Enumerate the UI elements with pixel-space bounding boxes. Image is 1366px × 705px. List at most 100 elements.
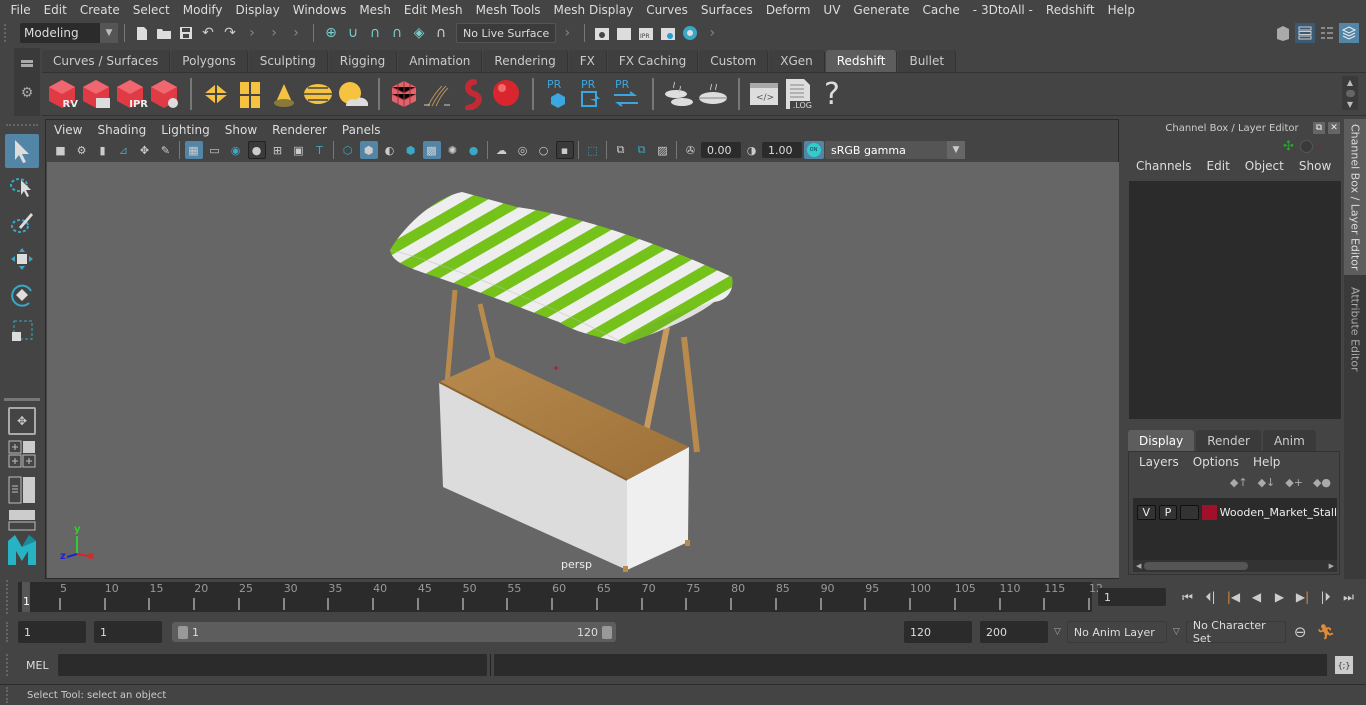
redshift-sphere-icon[interactable] bbox=[490, 76, 522, 112]
layer-list-scrollbar[interactable]: ◀ ▶ bbox=[1133, 560, 1337, 572]
use-all-lights-icon[interactable]: ✺ bbox=[444, 141, 462, 159]
snap-grid-icon[interactable]: ⊕ bbox=[321, 23, 341, 43]
range-end-handle[interactable] bbox=[602, 625, 612, 639]
range-slider[interactable]: 1 120 bbox=[172, 622, 616, 642]
script-language-toggle[interactable]: MEL bbox=[26, 659, 58, 672]
hyper-toggle-icon[interactable]: ⁄ bbox=[1319, 139, 1321, 154]
scrollbar-thumb[interactable] bbox=[1144, 562, 1249, 570]
attribute-editor-toggle-icon[interactable] bbox=[1295, 23, 1315, 43]
redshift-help-icon[interactable]: ? bbox=[816, 76, 848, 112]
colorspace-dropdown[interactable]: sRGB gamma ▼ bbox=[825, 141, 965, 159]
shelf-scroll-control[interactable]: ▲ ▼ bbox=[1342, 76, 1358, 110]
redshift-log-icon[interactable]: .LOG bbox=[782, 76, 814, 112]
scroll-up-icon[interactable]: ▲ bbox=[1347, 78, 1353, 87]
redshift-script-editor-icon[interactable]: </> bbox=[748, 76, 780, 112]
resolution-gate-icon[interactable]: ◉ bbox=[227, 141, 245, 159]
menu-cache[interactable]: Cache bbox=[916, 3, 966, 17]
character-set-chevron-icon[interactable]: ▽ bbox=[1173, 627, 1180, 637]
anim-layer-chevron-icon[interactable]: ▽ bbox=[1054, 627, 1061, 637]
shelf-tab-fx-caching[interactable]: FX Caching bbox=[607, 50, 699, 72]
layer-menu-options[interactable]: Options bbox=[1193, 455, 1239, 469]
menu-surfaces[interactable]: Surfaces bbox=[694, 3, 759, 17]
scale-tool-icon[interactable] bbox=[5, 314, 39, 348]
menu-file[interactable]: File bbox=[4, 3, 37, 17]
layer-menu-help[interactable]: Help bbox=[1253, 455, 1280, 469]
gate-mask-icon[interactable]: ● bbox=[247, 141, 266, 159]
go-to-end-icon[interactable]: ⏭ bbox=[1337, 588, 1360, 606]
channel-list-area[interactable] bbox=[1129, 181, 1341, 419]
redshift-bake-icon[interactable] bbox=[696, 76, 728, 112]
single-perspective-layout-icon[interactable]: ✥ bbox=[8, 407, 36, 435]
menu-select[interactable]: Select bbox=[126, 3, 176, 17]
screen-space-ao-icon[interactable]: ☁ bbox=[493, 141, 511, 159]
gamma-icon[interactable]: ◑ bbox=[743, 141, 761, 159]
layer-playback-toggle[interactable]: P bbox=[1158, 504, 1178, 520]
layer-tab-display[interactable]: Display bbox=[1128, 430, 1195, 451]
mode-selector[interactable]: Modeling ▼ bbox=[20, 23, 118, 43]
viewport-menu-panels[interactable]: Panels bbox=[342, 123, 381, 137]
layer-color-swatch[interactable] bbox=[1201, 504, 1217, 520]
grip-handle[interactable] bbox=[4, 24, 10, 42]
grid-toggle-icon[interactable]: ▦ bbox=[184, 141, 203, 159]
redshift-portal-light-icon[interactable] bbox=[234, 76, 266, 112]
current-frame-field[interactable]: 1 bbox=[1098, 588, 1166, 606]
shelf-tab-xgen[interactable]: XGen bbox=[769, 50, 825, 72]
textured-icon[interactable]: ▩ bbox=[422, 141, 441, 159]
channel-menu-object[interactable]: Object bbox=[1245, 159, 1284, 173]
color-management-toggle[interactable]: ON bbox=[803, 141, 824, 159]
redshift-proxy-icon[interactable] bbox=[388, 76, 420, 112]
move-layer-up-icon[interactable]: ◆↑ bbox=[1230, 476, 1248, 489]
bookmark-icon[interactable]: ▮ bbox=[94, 141, 112, 159]
channel-menu-channels[interactable]: Channels bbox=[1136, 159, 1192, 173]
new-layer-icon[interactable]: ◆+ bbox=[1285, 476, 1303, 489]
redo-icon[interactable]: ↷ bbox=[220, 23, 240, 43]
step-back-key-icon[interactable]: | ◀ bbox=[1222, 588, 1245, 606]
grip-handle[interactable] bbox=[6, 622, 12, 642]
exposure-icon[interactable]: ✇ bbox=[682, 141, 700, 159]
persp-graph-layout-icon[interactable] bbox=[5, 509, 39, 531]
motion-blur-icon[interactable]: ◎ bbox=[514, 141, 532, 159]
auto-key-icon[interactable]: ⊖ bbox=[1294, 623, 1307, 641]
shelf-scroll-dot[interactable] bbox=[1345, 89, 1355, 97]
hud-icon[interactable]: ▨ bbox=[654, 141, 672, 159]
redshift-ipr-icon[interactable]: IPR bbox=[114, 76, 148, 112]
scroll-right-icon[interactable]: ▶ bbox=[1329, 562, 1334, 570]
redshift-pr-export-icon[interactable]: PR bbox=[576, 76, 608, 112]
menu-help[interactable]: Help bbox=[1101, 3, 1141, 17]
animation-start-field[interactable]: 1 bbox=[18, 621, 86, 643]
outliner-persp-layout-icon[interactable] bbox=[5, 473, 39, 507]
grip-handle[interactable] bbox=[6, 654, 12, 676]
exposure-field[interactable]: 0.00 bbox=[701, 142, 741, 158]
modeling-toolkit-icon[interactable] bbox=[1273, 23, 1293, 43]
redshift-ies-light-icon[interactable] bbox=[268, 76, 300, 112]
menu-deform[interactable]: Deform bbox=[759, 3, 817, 17]
playback-end-field[interactable]: 120 bbox=[904, 621, 972, 643]
menu-curves[interactable]: Curves bbox=[640, 3, 695, 17]
redshift-batch-render-icon[interactable] bbox=[80, 76, 112, 112]
3d-viewport[interactable]: y x z persp bbox=[47, 162, 1119, 578]
anti-aliasing-icon[interactable]: ○ bbox=[535, 141, 553, 159]
playback-start-field[interactable]: 1 bbox=[94, 621, 162, 643]
shelf-tab-sculpting[interactable]: Sculpting bbox=[248, 50, 328, 72]
lasso-select-icon[interactable] bbox=[5, 170, 39, 204]
wireframe-icon[interactable]: ⬡ bbox=[339, 141, 357, 159]
shadows-icon[interactable]: ● bbox=[465, 141, 483, 159]
redshift-hair-icon[interactable] bbox=[422, 76, 454, 112]
paint-select-icon[interactable] bbox=[5, 206, 39, 240]
tool-settings-toggle-icon[interactable] bbox=[1317, 23, 1337, 43]
select-camera-icon[interactable]: ■ bbox=[52, 141, 70, 159]
menu-create[interactable]: Create bbox=[73, 3, 126, 17]
anim-layer-field[interactable]: No Anim Layer bbox=[1066, 621, 1167, 643]
menu-edit[interactable]: Edit bbox=[37, 3, 73, 17]
redshift-area-light-icon[interactable] bbox=[200, 76, 232, 112]
scroll-left-icon[interactable]: ◀ bbox=[1136, 562, 1141, 570]
character-set-field[interactable]: No Character Set bbox=[1185, 619, 1286, 645]
xray-icon[interactable]: ⬢ bbox=[402, 141, 420, 159]
smooth-shade-icon[interactable]: ⬢ bbox=[359, 141, 378, 159]
viewport-menu-view[interactable]: View bbox=[54, 123, 82, 137]
snap-view-plane-icon[interactable]: ∩ bbox=[387, 23, 407, 43]
menu-mesh-tools[interactable]: Mesh Tools bbox=[469, 3, 547, 17]
grip-handle[interactable] bbox=[6, 687, 12, 703]
layer-tab-render[interactable]: Render bbox=[1196, 430, 1261, 451]
channel-menu-show[interactable]: Show bbox=[1299, 159, 1331, 173]
